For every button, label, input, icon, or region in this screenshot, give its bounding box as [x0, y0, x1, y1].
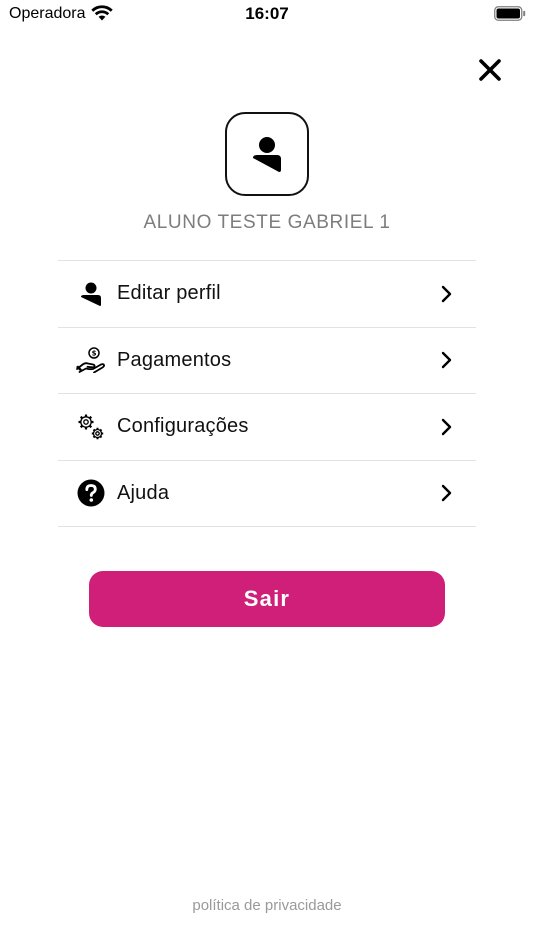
menu-item-label: Editar perfil [117, 282, 221, 305]
user-avatar-icon [253, 137, 281, 172]
menu-item-label: Ajuda [117, 481, 170, 504]
logout-button-label: Sair [243, 586, 291, 611]
menu-item-help[interactable]: Ajuda [58, 461, 476, 527]
menu-item-payments[interactable]: $ Pagamentos [58, 328, 476, 394]
payment-hand-icon: $ [76, 347, 105, 374]
chevron-right-icon [441, 418, 452, 435]
user-name: ALUNO TESTE GABRIEL 1 [143, 212, 391, 233]
user-icon [81, 282, 101, 306]
menu-item-label: Pagamentos [117, 348, 232, 371]
menu-item-edit-profile[interactable]: Editar perfil [58, 261, 476, 328]
profile-menu-screen: Operadora 16:07 ALUNO TESTE GABRIEL 1 Ed… [0, 0, 534, 950]
chevron-right-icon [441, 485, 452, 502]
status-bar: Operadora 16:07 [0, 0, 534, 28]
menu-item-label: Configurações [117, 415, 249, 438]
status-time: 16:07 [245, 4, 289, 23]
profile-menu: Editar perfil $ Pagamentos Configurações… [58, 260, 476, 527]
svg-text:$: $ [92, 350, 97, 358]
chevron-right-icon [441, 352, 452, 369]
gears-icon [78, 414, 104, 439]
privacy-policy-link[interactable]: política de privacidade [0, 897, 534, 914]
chevron-right-icon [441, 285, 452, 302]
menu-item-settings[interactable]: Configurações [58, 394, 476, 461]
close-button[interactable] [473, 53, 507, 87]
help-circle-icon [77, 479, 105, 507]
close-icon [479, 59, 501, 81]
avatar [225, 112, 309, 196]
logout-button[interactable]: Sair [89, 571, 445, 627]
battery-icon [494, 6, 526, 26]
